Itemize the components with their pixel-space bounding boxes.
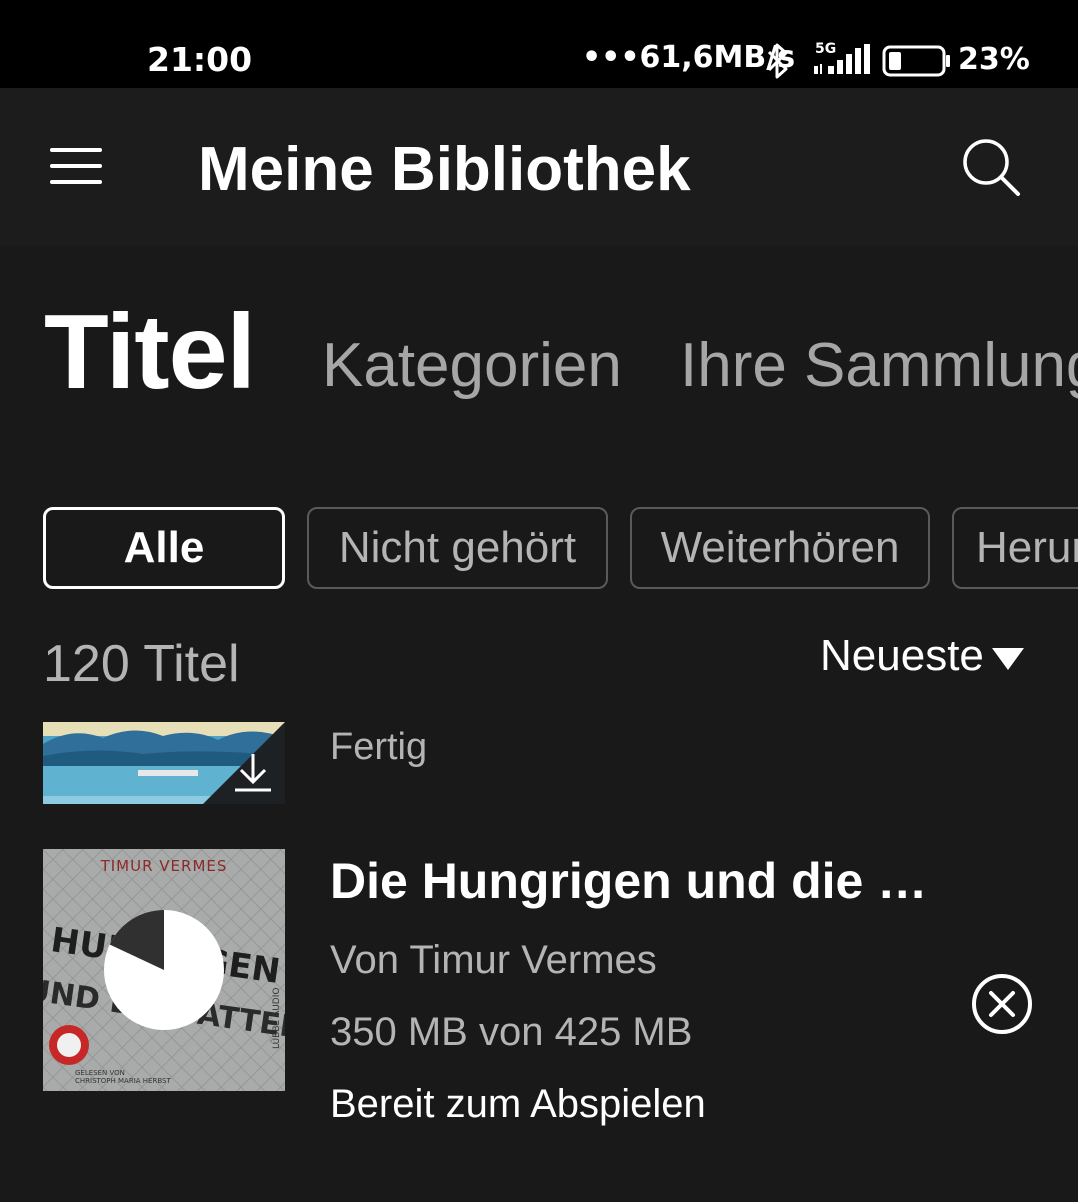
tab-titel[interactable]: Titel: [44, 292, 256, 413]
tab-kategorien[interactable]: Kategorien: [322, 330, 622, 401]
item-status: Bereit zum Abspielen: [330, 1082, 706, 1126]
cover-artwork: TIMUR VERMES HUNGRIGEN UND DIE SATTEN GE…: [43, 849, 285, 1091]
filter-chip-nicht-gehoert[interactable]: Nicht gehört: [307, 507, 608, 589]
caret-down-icon: [991, 648, 1024, 670]
cancel-download-icon[interactable]: [970, 972, 1034, 1036]
filter-chip-heruntergeladen[interactable]: Heruntergeladen: [952, 507, 1078, 589]
svg-text:LÜBBE AUDIO: LÜBBE AUDIO: [271, 988, 282, 1049]
sort-label: Neueste: [820, 631, 984, 680]
filter-chip-weiterhoeren[interactable]: Weiterhören: [630, 507, 930, 589]
app-bar: Meine Bibliothek: [0, 88, 1078, 246]
title-count: 120 Titel: [43, 635, 240, 693]
item-author: Von Timur Vermes: [330, 938, 657, 982]
item-status: Fertig: [330, 726, 428, 768]
status-time: 21:00: [147, 40, 253, 79]
item-title[interactable]: Die Hungrigen und die …: [330, 852, 927, 910]
svg-text:TIMUR VERMES: TIMUR VERMES: [100, 857, 228, 875]
book-cover[interactable]: TIMUR VERMES HUNGRIGEN UND DIE SATTEN GE…: [43, 849, 285, 1091]
svg-text:CHRISTOPH MARIA HERBST: CHRISTOPH MARIA HERBST: [75, 1077, 171, 1085]
tab-ihre-sammlung[interactable]: Ihre Sammlung: [680, 330, 1078, 401]
bluetooth-icon: [767, 43, 788, 79]
cover-artwork: [43, 722, 285, 804]
menu-icon[interactable]: [50, 148, 102, 184]
filter-chip-alle[interactable]: Alle: [43, 507, 285, 589]
sort-dropdown[interactable]: Neueste: [820, 628, 1024, 684]
download-progress-indicator: [104, 910, 224, 1030]
item-download-size: 350 MB von 425 MB: [330, 1010, 693, 1054]
page-title: Meine Bibliothek: [198, 135, 691, 204]
battery-icon: [882, 45, 950, 77]
book-cover[interactable]: [43, 722, 285, 804]
status-bar: 21:00 •••61,6MB/s 5G 23%: [0, 0, 1078, 88]
screen: 21:00 •••61,6MB/s 5G 23% Meine Bibliothe…: [0, 0, 1078, 1202]
battery-percent: 23%: [958, 42, 1030, 77]
network-type: 5G: [815, 41, 837, 57]
search-icon[interactable]: [960, 136, 1022, 198]
svg-text:GELESEN VON: GELESEN VON: [75, 1069, 125, 1077]
